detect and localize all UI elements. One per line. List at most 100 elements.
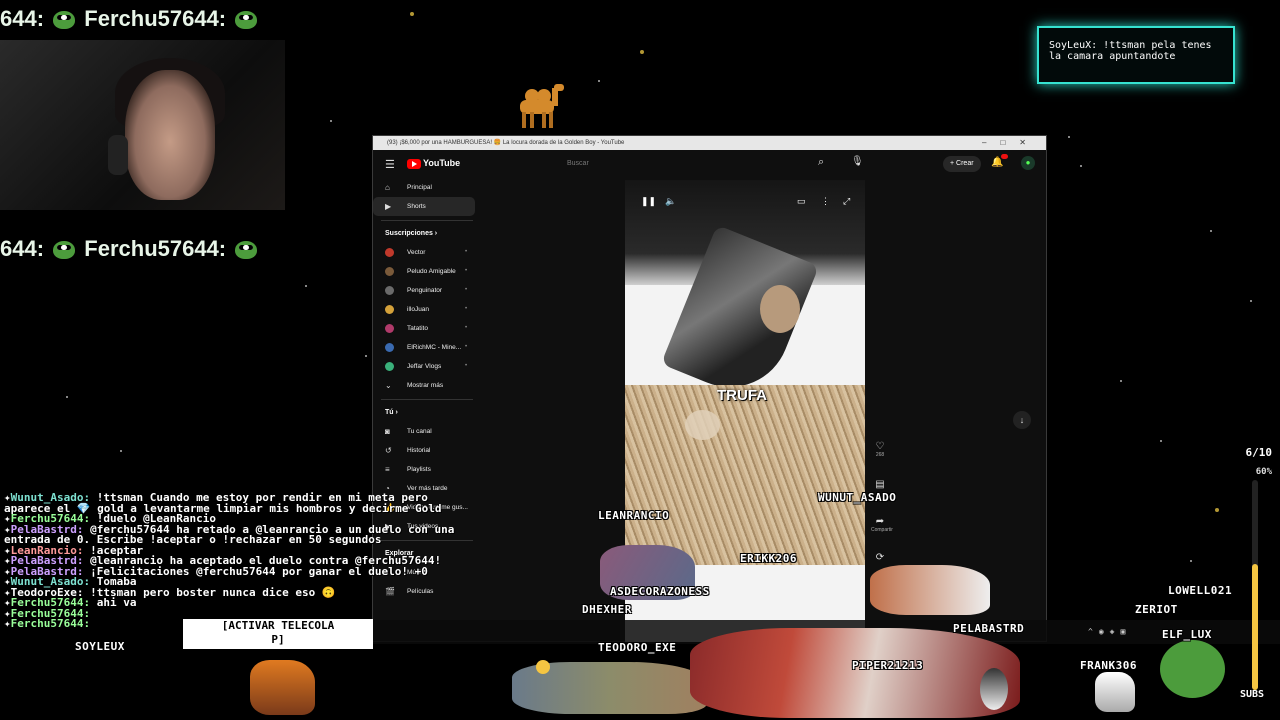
sub-goal-progress — [1252, 480, 1258, 690]
frog-emote-icon — [235, 241, 258, 260]
volume-icon[interactable]: 🔈 — [665, 196, 676, 207]
subscriptions-header[interactable]: Suscripciones › — [373, 225, 481, 243]
viewer-username: ASDECORAZONESS — [610, 585, 710, 598]
maximize-icon[interactable]: □ — [1000, 138, 1019, 147]
sidebar-item-subscription[interactable]: ElRichMC - Mine... • — [373, 338, 481, 357]
sidebar-item-label: Jeffar Vlogs — [407, 363, 442, 370]
like-button[interactable]: ♡ 268 — [871, 441, 889, 458]
you-header[interactable]: Tú › — [373, 404, 481, 422]
remix-button[interactable]: ⟳ — [871, 552, 889, 563]
next-short-button[interactable]: ↓ — [1013, 411, 1031, 429]
truffle-slice-image — [760, 285, 800, 333]
sidebar-item-label: Playlists — [407, 466, 431, 473]
system-tray: ^◉◈▣ — [1088, 627, 1131, 636]
sidebar-item-you[interactable]: ◙ Tu canal — [373, 422, 481, 441]
search-icon[interactable]: ⌕ — [818, 156, 834, 172]
minimize-icon[interactable]: – — [982, 138, 1000, 147]
tts-alert-text: SoyLeuX: !ttsman pela tenes la camara ap… — [1049, 40, 1212, 62]
channel-avatar — [385, 267, 394, 276]
chat-text: ahi va — [96, 596, 137, 609]
pause-icon[interactable]: ❚❚ — [641, 196, 656, 207]
viewer-username: TEODORO_EXE — [598, 641, 677, 654]
frog-emote-icon — [235, 11, 258, 30]
live-dot-icon: • — [465, 306, 468, 312]
channel-avatar — [385, 248, 394, 257]
live-dot-icon: • — [465, 344, 468, 350]
chevron-up-icon[interactable]: ^ — [1088, 627, 1099, 636]
sidebar-item-shorts[interactable]: ▶ Shorts — [373, 197, 475, 216]
sidebar-item-label: Historial — [407, 447, 431, 454]
channel-avatar — [385, 343, 394, 352]
app-tray-icon[interactable]: ▣ — [1120, 627, 1131, 636]
sidebar-item-label: Tu canal — [407, 428, 432, 435]
remix-icon: ⟳ — [875, 552, 885, 563]
live-dot-icon: • — [465, 249, 468, 255]
sidebar-item-label: illoJuan — [407, 306, 430, 313]
sidebar-item-subscription[interactable]: Jeffar Vlogs • — [373, 357, 481, 376]
sidebar-item-label: Peludo Amigable — [407, 268, 456, 275]
viewer-username: ELF_LUX — [1162, 628, 1212, 641]
chat-message: ✦PelaBastrd: @ferchu57644 ha retado a @l… — [4, 522, 461, 546]
channel-icon: ◙ — [385, 427, 390, 436]
arrow-down-icon: ↓ — [1019, 415, 1025, 425]
viewer-username: LEANRANCIO — [598, 509, 670, 522]
close-icon[interactable]: ✕ — [1019, 138, 1040, 147]
chevron-down-icon: ⌄ — [385, 381, 392, 390]
sidebar-item-principal[interactable]: ⌂ Principal — [373, 178, 481, 197]
create-button[interactable]: + Crear — [943, 156, 981, 172]
sidebar-item-subscription[interactable]: Tatatito • — [373, 319, 481, 338]
chat-message: ✦Wunut_Asado: !ttsman Cuando me estoy po… — [4, 491, 442, 515]
sidebar-item-you[interactable]: ≡ Playlists — [373, 460, 481, 479]
captions-icon[interactable]: ▭ — [797, 196, 806, 207]
network-icon[interactable]: ◉ — [1099, 627, 1110, 636]
emote-spam-line: 644: Ferchu57644: — [0, 236, 260, 262]
sidebar-item-subscription[interactable]: Penguinator • — [373, 281, 481, 300]
mic-icon[interactable]: 🎙 — [851, 156, 864, 167]
sidebar-item-subscription[interactable]: Peludo Amigable • — [373, 262, 481, 281]
viewer-username: SOYLEUX — [75, 640, 125, 653]
viewer-username: LOWELL021 — [1168, 584, 1233, 597]
sidebar-item-label: Penguinator — [407, 287, 443, 294]
avatar[interactable]: ● — [1021, 156, 1035, 170]
share-button[interactable]: ➦ Compartir — [871, 516, 893, 533]
frog-emote-icon — [53, 241, 76, 260]
window-titlebar[interactable]: (93) ¡$6,000 por una HAMBURGUESA! 🍔 La l… — [373, 136, 1046, 150]
sidebar-item-subscription[interactable]: illoJuan • — [373, 300, 481, 319]
youtube-logo[interactable]: YouTube — [407, 158, 460, 169]
fullscreen-icon[interactable]: ⤢ — [843, 196, 850, 207]
viewer-username: ZERIOT — [1135, 603, 1178, 616]
reward-banner: [ACTIVAR TELECOLA P] — [183, 619, 373, 649]
webcam-feed — [0, 40, 285, 210]
sidebar-item-label: Vector — [407, 249, 426, 256]
comments-button[interactable]: ▤ — [871, 479, 889, 490]
playlist-icon: ≡ — [385, 465, 390, 474]
live-dot-icon: • — [465, 287, 468, 293]
channel-avatar — [385, 305, 394, 314]
sidebar-item-subscription[interactable]: Vector • — [373, 243, 481, 262]
share-icon: ➦ — [875, 516, 885, 527]
viewer-username: PIPER21213 — [852, 659, 924, 672]
home-icon: ⌂ — [385, 183, 390, 192]
more-options-icon[interactable]: ⋮ — [821, 196, 830, 207]
show-more-button[interactable]: ⌄ Mostrar más — [373, 376, 481, 395]
shorts-icon: ▶ — [385, 202, 392, 211]
youtube-header: ☰ YouTube Buscar ⌕ 🎙 + Crear 🔔 ● — [373, 150, 1046, 178]
youtube-play-icon — [407, 158, 421, 169]
channel-avatar — [385, 324, 394, 333]
window-title: (93) ¡$6,000 por una HAMBURGUESA! 🍔 La l… — [387, 140, 625, 146]
viewer-username: FRANK306 — [1080, 659, 1137, 672]
volume-icon[interactable]: ◈ — [1110, 627, 1121, 636]
sidebar-item-you[interactable]: ↺ Historial — [373, 441, 481, 460]
sub-goal-label: SUBS — [1240, 689, 1265, 700]
video-overlay-text: TRUFA — [717, 387, 767, 404]
live-dot-icon: • — [465, 268, 468, 274]
search-input[interactable]: Buscar — [561, 156, 817, 172]
pasta-image — [625, 385, 865, 565]
heart-icon: ♡ — [875, 441, 885, 452]
channel-avatar — [385, 286, 394, 295]
menu-icon[interactable]: ☰ — [385, 158, 395, 171]
tts-alert-box: SoyLeuX: !ttsman pela tenes la camara ap… — [1037, 26, 1235, 84]
viewer-username: PELABASTRD — [953, 622, 1025, 635]
channel-avatar — [385, 362, 394, 371]
sub-goal-counter: 6/10 — [1245, 446, 1273, 459]
